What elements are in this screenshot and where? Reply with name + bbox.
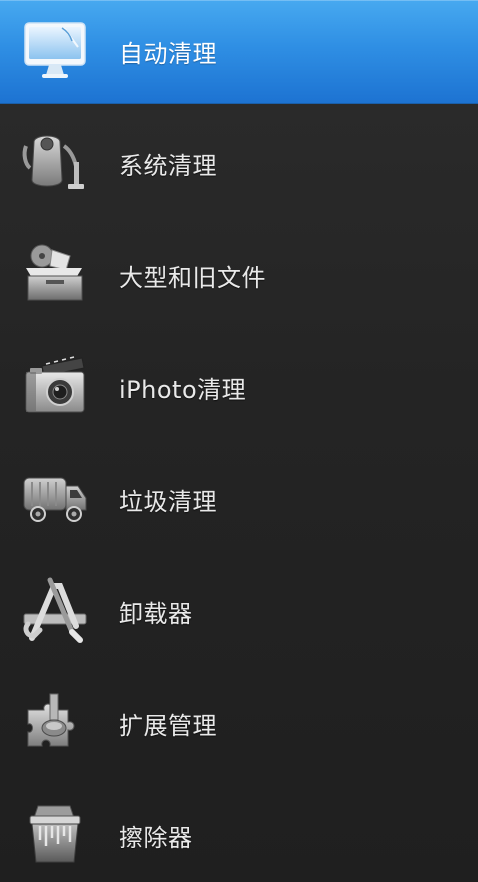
sidebar-item-label: 垃圾清理 bbox=[119, 487, 217, 516]
sidebar-item-label: 系统清理 bbox=[119, 151, 217, 180]
sidebar-item-label: 扩展管理 bbox=[119, 711, 217, 740]
sidebar-item-label: 大型和旧文件 bbox=[119, 263, 266, 292]
sidebar-item-label: 自动清理 bbox=[119, 40, 217, 68]
box-icon bbox=[20, 240, 90, 310]
sidebar-item-large-old-files[interactable]: 大型和旧文件 bbox=[0, 223, 478, 327]
sidebar-item-extensions[interactable]: 扩展管理 bbox=[0, 671, 478, 775]
app-store-tools-icon bbox=[20, 576, 90, 646]
sidebar-item-auto-clean[interactable]: 自动清理 bbox=[0, 0, 478, 104]
sidebar-item-label: 卸载器 bbox=[119, 599, 193, 628]
sidebar-item-shredder[interactable]: 擦除器 bbox=[0, 783, 478, 882]
sidebar-item-uninstaller[interactable]: 卸载器 bbox=[0, 559, 478, 663]
sidebar-item-iphoto-clean[interactable]: iPhoto清理 bbox=[0, 335, 478, 439]
sidebar: 自动清理 系统清理 大型和旧文件 iPhoto清理 垃圾清理 卸载器 扩展管理 … bbox=[0, 0, 478, 882]
vacuum-icon bbox=[20, 128, 90, 198]
monitor-icon bbox=[20, 17, 90, 87]
truck-icon bbox=[20, 464, 90, 534]
sidebar-item-label: iPhoto清理 bbox=[119, 375, 247, 404]
sidebar-item-label: 擦除器 bbox=[119, 823, 193, 852]
puzzle-icon bbox=[20, 688, 90, 758]
sidebar-item-system-clean[interactable]: 系统清理 bbox=[0, 111, 478, 215]
camera-icon bbox=[20, 352, 90, 422]
sidebar-item-trash-clean[interactable]: 垃圾清理 bbox=[0, 447, 478, 551]
shredder-icon bbox=[20, 800, 90, 870]
